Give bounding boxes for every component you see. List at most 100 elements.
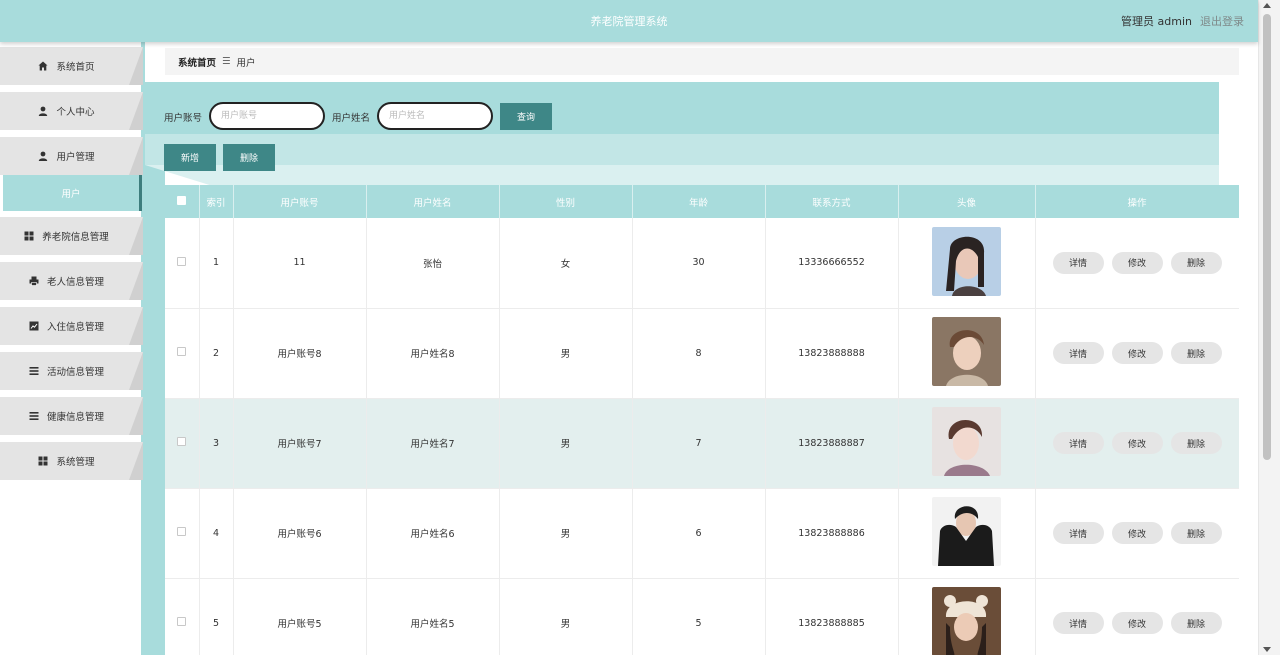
cell-name: 用户姓名8	[366, 308, 500, 399]
row-checkbox[interactable]	[177, 527, 187, 536]
row-select-cell[interactable]	[165, 218, 200, 309]
cell-phone: 13823888885	[765, 578, 899, 655]
select-all-checkbox[interactable]	[177, 195, 187, 205]
sidebar-subitem-user[interactable]: 用户	[3, 175, 142, 211]
cell-actions: 详情 修改 删除	[1035, 308, 1239, 399]
sidebar-item-elderly[interactable]: 老人信息管理	[0, 262, 143, 300]
query-button[interactable]: 查询	[500, 103, 552, 130]
cell-index: 5	[199, 578, 234, 655]
sidebar-item-nursing-home[interactable]: 养老院信息管理	[0, 217, 143, 255]
row-select-cell[interactable]	[165, 578, 200, 655]
sidebar-item-label: 入住信息管理	[46, 322, 104, 333]
cell-gender: 男	[499, 578, 633, 655]
logout-link[interactable]: 退出登录	[1200, 13, 1244, 29]
sidebar-item-home[interactable]: 系统首页	[0, 47, 143, 85]
row-select-cell[interactable]	[165, 488, 200, 579]
cell-gender: 男	[499, 398, 633, 489]
remove-button[interactable]: 删除	[1170, 522, 1222, 544]
cell-account: 用户账号6	[233, 488, 367, 579]
cell-age: 6	[632, 488, 766, 579]
edit-button[interactable]: 修改	[1111, 251, 1163, 274]
scroll-down-icon[interactable]	[1263, 647, 1271, 652]
cell-actions: 详情 修改 删除	[1035, 488, 1239, 579]
detail-button[interactable]: 详情	[1052, 342, 1104, 364]
remove-button[interactable]: 删除	[1170, 432, 1222, 454]
cell-actions: 详情 修改 删除	[1035, 218, 1239, 309]
cell-actions: 详情 修改 删除	[1035, 398, 1239, 489]
breadcrumb-home[interactable]: 系统首页	[178, 55, 216, 69]
action-bar-bottom	[145, 165, 1219, 185]
edit-button[interactable]: 修改	[1111, 432, 1163, 454]
breadcrumb: 系统首页 ☰ 用户	[165, 48, 1239, 75]
cell-name: 张怡	[366, 218, 500, 309]
cell-phone: 13823888887	[765, 398, 899, 489]
cell-name: 用户姓名5	[366, 578, 500, 655]
account-search-input[interactable]	[209, 102, 325, 130]
cell-avatar	[898, 218, 1036, 309]
delete-button[interactable]: 删除	[223, 144, 275, 171]
table-row[interactable]: 1 11 张怡 女 30 13336666552 详情 修改 删除	[165, 218, 1239, 309]
sidebar: 系统首页 个人中心 用户管理 用户 养老院信息管理 老人信息管理 入住信息管理 …	[0, 42, 145, 655]
avatar	[932, 497, 1001, 566]
edit-button[interactable]: 修改	[1111, 342, 1163, 364]
cell-phone: 13823888886	[765, 488, 899, 579]
add-button[interactable]: 新增	[164, 144, 216, 171]
table-row[interactable]: 5 用户账号5 用户姓名5 男 5 13823888885 详情 修改 删除	[165, 578, 1239, 655]
cell-gender: 男	[499, 308, 633, 399]
user-icon	[38, 151, 48, 161]
cell-avatar	[898, 578, 1036, 655]
row-select-cell[interactable]	[165, 308, 200, 399]
list-icon	[29, 366, 39, 376]
edit-button[interactable]: 修改	[1111, 522, 1163, 544]
cell-avatar	[898, 488, 1036, 579]
breadcrumb-current: 用户	[236, 57, 256, 69]
sidebar-item-system[interactable]: 系统管理	[0, 442, 143, 480]
sidebar-item-label: 系统首页	[56, 62, 95, 73]
sidebar-item-health[interactable]: 健康信息管理	[0, 397, 143, 435]
column-header: 操作	[1035, 185, 1239, 218]
row-checkbox[interactable]	[177, 617, 187, 626]
user-icon	[38, 106, 48, 116]
table-row[interactable]: 4 用户账号6 用户姓名6 男 6 13823888886 详情 修改 删除	[165, 488, 1239, 579]
column-header: 头像	[898, 185, 1036, 218]
grid-icon	[24, 231, 34, 241]
page-scrollbar[interactable]	[1258, 0, 1280, 655]
avatar	[932, 317, 1001, 386]
top-header: 养老院管理系统 管理员 admin 退出登录	[0, 0, 1258, 42]
row-checkbox[interactable]	[177, 437, 187, 446]
sidebar-item-label: 健康信息管理	[46, 412, 104, 423]
grid-icon	[38, 456, 48, 466]
sidebar-item-checkin[interactable]: 入住信息管理	[0, 307, 143, 345]
remove-button[interactable]: 删除	[1170, 612, 1222, 634]
scrollbar-thumb[interactable]	[1263, 14, 1271, 460]
detail-button[interactable]: 详情	[1052, 612, 1104, 634]
sidebar-item-profile[interactable]: 个人中心	[0, 92, 143, 130]
detail-button[interactable]: 详情	[1052, 522, 1104, 544]
scroll-up-icon[interactable]	[1263, 3, 1271, 8]
table-row[interactable]: 3 用户账号7 用户姓名7 男 7 13823888887 详情 修改 删除	[165, 398, 1239, 489]
detail-button[interactable]: 详情	[1052, 432, 1104, 454]
select-all-cell[interactable]	[165, 185, 200, 218]
table-row[interactable]: 2 用户账号8 用户姓名8 男 8 13823888888 详情 修改 删除	[165, 308, 1239, 399]
name-search-input[interactable]	[377, 102, 493, 130]
detail-button[interactable]: 详情	[1052, 251, 1104, 274]
chart-icon	[29, 321, 39, 331]
user-table: 索引 用户账号 用户姓名 性别 年龄 联系方式 头像 操作 1 11 张怡 女 …	[165, 185, 1239, 655]
app-title: 养老院管理系统	[590, 15, 668, 28]
cell-index: 3	[199, 398, 234, 489]
cell-index: 4	[199, 488, 234, 579]
sidebar-item-label: 养老院信息管理	[42, 232, 109, 243]
sidebar-item-user-management[interactable]: 用户管理	[0, 137, 143, 175]
cell-account: 用户账号7	[233, 398, 367, 489]
row-select-cell[interactable]	[165, 398, 200, 489]
remove-button[interactable]: 删除	[1170, 342, 1222, 364]
edit-button[interactable]: 修改	[1111, 612, 1163, 634]
remove-button[interactable]: 删除	[1170, 251, 1222, 274]
sidebar-item-activity[interactable]: 活动信息管理	[0, 352, 143, 390]
column-header: 用户姓名	[366, 185, 500, 218]
cell-actions: 详情 修改 删除	[1035, 578, 1239, 655]
row-checkbox[interactable]	[177, 256, 187, 266]
row-checkbox[interactable]	[177, 347, 187, 356]
account-label: 用户账号	[164, 113, 203, 124]
avatar	[932, 226, 1001, 296]
